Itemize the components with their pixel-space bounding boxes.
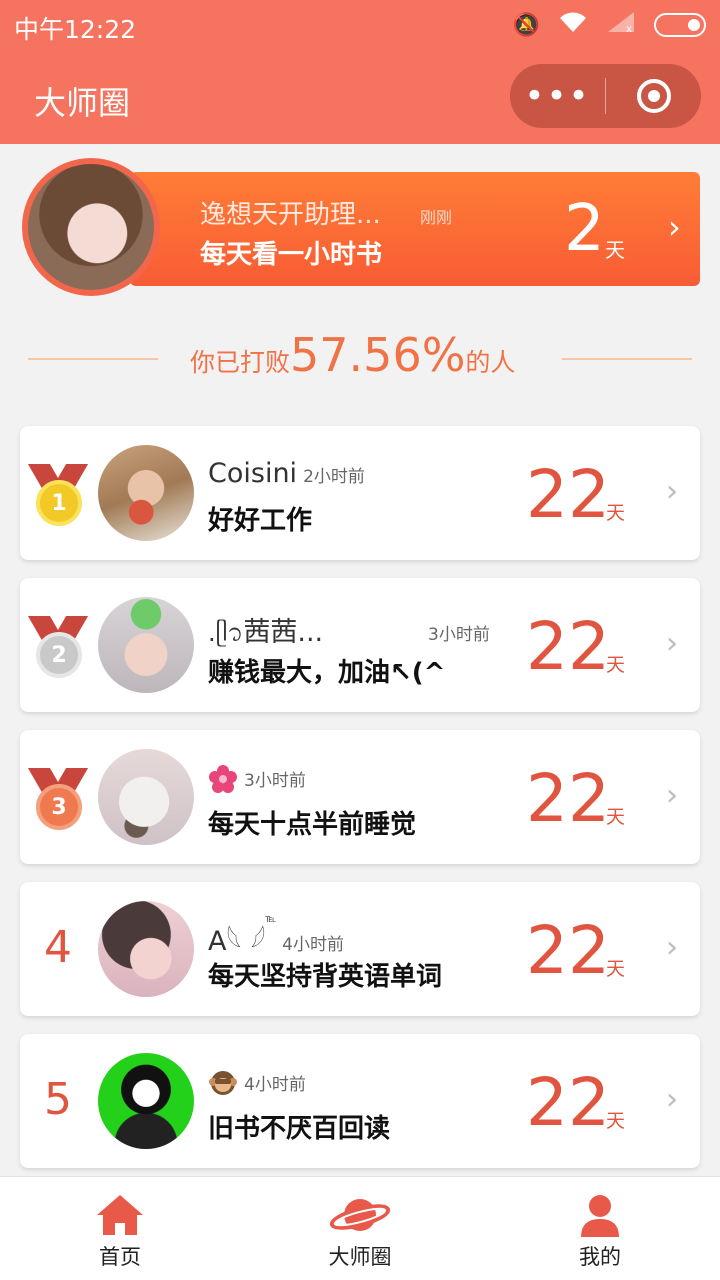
defeat-text: 你已打败57.56%的人	[190, 328, 535, 382]
rank-days-unit: 天	[606, 502, 626, 524]
planet-icon	[330, 1199, 390, 1231]
gold-medal-icon: 1	[32, 464, 84, 530]
rank-username: 3小时前	[208, 762, 306, 794]
target-icon	[636, 79, 671, 113]
home-icon	[97, 1195, 143, 1235]
medal-rank-number: 1	[36, 480, 82, 526]
signal-icon: x	[606, 10, 636, 40]
chevron-right-icon: ›	[666, 930, 678, 965]
username-text: Coisini	[208, 458, 298, 489]
rank-number: 5	[44, 1074, 72, 1125]
page-title: 大师圈	[34, 84, 131, 122]
chevron-right-icon: ›	[666, 778, 678, 813]
rank-goal: 每天坚持背英语单词	[208, 962, 443, 992]
tel-superscript: ℡	[265, 914, 277, 925]
svg-text:x: x	[626, 24, 632, 34]
rank-goal: 每天十点半前睡觉	[208, 810, 417, 840]
rank-ago: 2小时前	[303, 467, 365, 487]
defeat-percent: 57.56%	[290, 328, 466, 382]
capsule-menu: •••	[510, 64, 701, 128]
rank-ago: 3小时前	[428, 625, 490, 645]
rank-days: 22	[526, 760, 610, 837]
rank-card-5[interactable]: 5 4小时前 旧书不厌百回读 22 天 ›	[20, 1034, 700, 1168]
my-avatar[interactable]	[22, 158, 160, 296]
medal-rank-number: 3	[36, 784, 82, 830]
medal-rank-number: 2	[36, 632, 82, 678]
rank-days-unit: 天	[606, 806, 626, 828]
rank-days-unit: 天	[606, 654, 626, 676]
rank-username: 4小时前	[208, 1066, 306, 1098]
username-text: A𓆩 𓆪	[208, 926, 266, 957]
rank-username: A𓆩 𓆪℡ 4小时前	[208, 914, 344, 959]
close-button[interactable]	[606, 79, 701, 113]
chevron-right-icon: ›	[666, 1082, 678, 1117]
tab-home-label: 首页	[99, 1245, 141, 1269]
rank-card-3[interactable]: 3 3小时前 每天十点半前睡觉 22 天 ›	[20, 730, 700, 864]
chevron-right-icon: ›	[668, 208, 681, 246]
decorative-name-prefix: .ᥫ᭡	[208, 619, 244, 647]
flower-icon	[208, 764, 238, 794]
my-ago: 刚刚	[420, 208, 453, 227]
status-bar: 中午12:22 🔕 x	[0, 0, 720, 50]
defeat-suffix: 的人	[465, 348, 516, 377]
rank-ago: 4小时前	[244, 1075, 306, 1095]
rank-card-1[interactable]: 1 Coisini 2小时前 好好工作 22 天 ›	[20, 426, 700, 560]
rank-card-2[interactable]: 2 .ᥫ᭡茜茜... 3小时前 赚钱最大，加油↖(^ 22 天 ›	[20, 578, 700, 712]
rank-days: 22	[526, 1064, 610, 1141]
chevron-right-icon: ›	[666, 474, 678, 509]
tab-bar: 首页 大师圈 我的	[0, 1176, 720, 1280]
tab-mine[interactable]: 我的	[480, 1177, 720, 1280]
more-button[interactable]: •••	[510, 64, 605, 128]
chevron-right-icon: ›	[666, 626, 678, 661]
divider-right	[562, 358, 692, 360]
rank-goal: 好好工作	[208, 506, 313, 536]
tab-masters-label: 大师圈	[328, 1245, 392, 1269]
rank-days: 22	[526, 912, 610, 989]
rank-number: 4	[44, 922, 72, 973]
defeat-summary: 你已打败57.56%的人	[0, 326, 720, 390]
avatar[interactable]	[98, 749, 194, 845]
rank-card-4[interactable]: 4 A𓆩 𓆪℡ 4小时前 每天坚持背英语单词 22 天 ›	[20, 882, 700, 1016]
tab-home[interactable]: 首页	[0, 1177, 240, 1280]
rank-days-unit: 天	[606, 958, 626, 980]
my-days-unit: 天	[605, 238, 625, 262]
avatar[interactable]	[98, 901, 194, 997]
rank-username: Coisini 2小时前	[208, 458, 365, 489]
defeat-prefix: 你已打败	[190, 348, 291, 377]
my-days: 2	[564, 192, 605, 266]
battery-icon	[654, 13, 706, 37]
bronze-medal-icon: 3	[32, 768, 84, 834]
rank-days: 22	[526, 608, 610, 685]
rank-days-unit: 天	[606, 1110, 626, 1132]
silver-medal-icon: 2	[32, 616, 84, 682]
avatar[interactable]	[98, 1053, 194, 1149]
mute-icon: 🔕	[512, 12, 540, 38]
rank-ago: 4小时前	[282, 935, 344, 955]
rank-goal: 赚钱最大，加油↖(^	[208, 658, 446, 688]
divider-left	[28, 358, 158, 360]
my-name: 逸想天开助理...	[200, 200, 381, 230]
tab-mine-label: 我的	[579, 1245, 621, 1269]
monkey-emoji-icon	[208, 1068, 238, 1098]
wifi-icon	[558, 10, 588, 40]
rank-days: 22	[526, 456, 610, 533]
status-icons: 🔕 x	[513, 10, 706, 40]
person-icon	[581, 1195, 619, 1237]
status-time: 中午12:22	[14, 15, 137, 44]
rank-ago: 3小时前	[244, 771, 306, 791]
avatar[interactable]	[98, 445, 194, 541]
top-bar: 中午12:22 🔕 x 大师圈 •••	[0, 0, 720, 144]
my-goal: 每天看一小时书	[200, 240, 383, 270]
my-progress-card[interactable]: 逸想天开助理... 刚刚 每天看一小时书 2 天 ›	[130, 172, 700, 286]
username-text: 茜茜...	[243, 617, 324, 648]
avatar-image	[28, 164, 154, 290]
avatar[interactable]	[98, 597, 194, 693]
tab-masters[interactable]: 大师圈	[240, 1177, 480, 1280]
rank-goal: 旧书不厌百回读	[208, 1114, 391, 1144]
